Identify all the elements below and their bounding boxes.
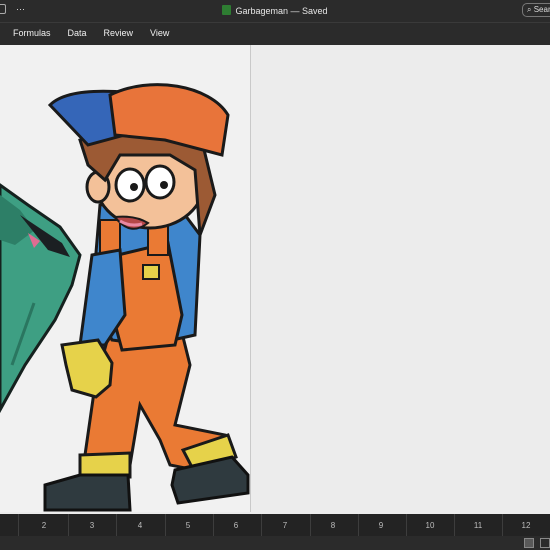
right-pupil bbox=[160, 181, 168, 189]
search-placeholder: Sear bbox=[533, 5, 550, 14]
column-ruler: 2 3 4 5 6 7 8 9 10 11 12 bbox=[0, 514, 550, 536]
ruler-label: 2 bbox=[41, 521, 47, 530]
normal-view-button[interactable] bbox=[524, 538, 534, 548]
search-icon: ⌕ bbox=[527, 5, 532, 14]
glove bbox=[60, 338, 114, 399]
tab-data[interactable]: Data bbox=[68, 28, 87, 38]
ruler-tick bbox=[358, 514, 359, 536]
ruler-tick bbox=[502, 514, 503, 536]
page-layout-button[interactable] bbox=[540, 538, 550, 548]
ruler-label: 7 bbox=[282, 521, 288, 530]
ruler-tick bbox=[68, 514, 69, 536]
ruler-label: 6 bbox=[233, 521, 239, 530]
ruler-tick bbox=[406, 514, 407, 536]
ruler-label: 8 bbox=[330, 521, 336, 530]
left-pupil bbox=[130, 183, 138, 191]
ruler-tick bbox=[213, 514, 214, 536]
ribbon: Formulas Data Review View bbox=[0, 22, 550, 45]
ruler-tick bbox=[165, 514, 166, 536]
pixel-art-garbageman bbox=[0, 45, 250, 512]
window-title-container: Garbageman — Saved bbox=[0, 5, 550, 16]
tab-view[interactable]: View bbox=[150, 28, 169, 38]
tab-review[interactable]: Review bbox=[104, 28, 134, 38]
window-title: Garbageman — Saved bbox=[235, 6, 328, 16]
sheet-canvas[interactable] bbox=[0, 45, 550, 512]
ruler-tick bbox=[261, 514, 262, 536]
ruler-label: 11 bbox=[473, 521, 483, 530]
page-break-line bbox=[250, 45, 251, 512]
left-cuff bbox=[78, 451, 132, 479]
spreadsheet-doc-icon bbox=[222, 5, 232, 15]
right-eye bbox=[144, 164, 176, 200]
left-eye bbox=[114, 167, 146, 203]
ruler-label: 5 bbox=[185, 521, 191, 530]
ruler-label: 3 bbox=[89, 521, 95, 530]
right-buckle bbox=[142, 264, 160, 280]
ruler-tick bbox=[310, 514, 311, 536]
tab-formulas[interactable]: Formulas bbox=[13, 28, 51, 38]
ruler-label: 9 bbox=[378, 521, 384, 530]
ruler-tick bbox=[116, 514, 117, 536]
garbageman-illustration bbox=[0, 83, 250, 512]
ruler-label: 10 bbox=[425, 521, 435, 530]
ruler-tick bbox=[18, 514, 19, 536]
left-boot bbox=[43, 473, 132, 512]
ruler-label: 4 bbox=[137, 521, 143, 530]
status-bar bbox=[0, 536, 550, 550]
search-field[interactable]: ⌕ Sear bbox=[522, 3, 550, 17]
ruler-label: 12 bbox=[521, 521, 531, 530]
title-bar: ··· Garbageman — Saved ⌕ Sear bbox=[0, 0, 550, 22]
ruler-tick bbox=[454, 514, 455, 536]
